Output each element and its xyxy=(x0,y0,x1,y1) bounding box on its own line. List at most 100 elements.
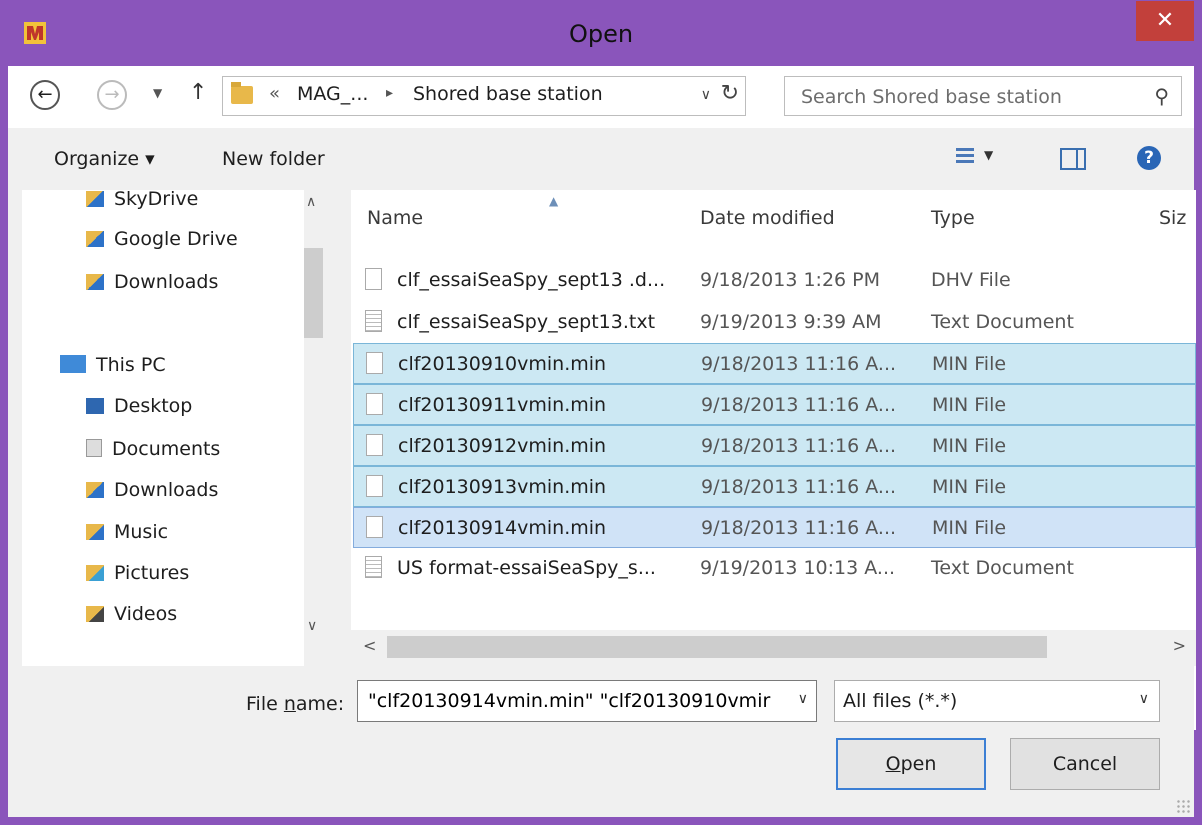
file-name-input[interactable] xyxy=(366,689,780,713)
nav-item-label: Documents xyxy=(112,438,221,460)
navigation-pane: SkyDrive Google Drive Downloads This PC … xyxy=(22,190,323,730)
file-date: 9/18/2013 11:16 A... xyxy=(701,476,897,498)
file-date: 9/18/2013 11:16 A... xyxy=(701,353,897,375)
nav-item-label: Downloads xyxy=(114,271,219,293)
file-type: Text Document xyxy=(931,557,1074,579)
file-row-selected-focused[interactable]: clf20130914vmin.min 9/18/2013 11:16 A...… xyxy=(353,507,1196,548)
scroll-right-icon[interactable]: > xyxy=(1173,636,1186,655)
file-name: clf20130911vmin.min xyxy=(398,394,607,416)
nav-item-this-pc[interactable]: This PC xyxy=(60,345,166,385)
nav-item-label: Pictures xyxy=(114,562,190,584)
file-icon xyxy=(365,268,382,290)
file-type: MIN File xyxy=(932,435,1007,457)
nav-item-downloads-pc[interactable]: Downloads xyxy=(86,470,218,510)
recent-locations-dropdown-icon[interactable]: ▼ xyxy=(153,86,162,100)
file-type: MIN File xyxy=(932,394,1007,416)
search-icon[interactable]: ⚲ xyxy=(1154,84,1169,108)
forward-arrow-icon[interactable]: → xyxy=(97,80,127,110)
column-header-size[interactable]: Siz xyxy=(1159,190,1186,246)
file-icon xyxy=(366,434,383,456)
videos-folder-icon xyxy=(86,606,104,622)
nav-item-music[interactable]: Music xyxy=(86,512,168,552)
chevron-down-icon: ▼ xyxy=(984,148,994,162)
nav-item-pictures[interactable]: Pictures xyxy=(86,553,189,593)
file-date: 9/19/2013 9:39 AM xyxy=(700,311,882,333)
breadcrumb-separator-icon[interactable]: ▸ xyxy=(386,85,393,101)
downloads-folder-icon xyxy=(86,274,104,290)
file-type: Text Document xyxy=(931,311,1074,333)
file-list-horizontal-scrollbar[interactable]: < > xyxy=(351,630,1196,666)
file-row[interactable]: clf_essaiSeaSpy_sept13.txt 9/19/2013 9:3… xyxy=(353,302,1196,343)
cancel-button[interactable]: Cancel xyxy=(1010,738,1160,790)
file-date: 9/18/2013 11:16 A... xyxy=(701,517,897,539)
file-name-label: File name: xyxy=(246,693,344,715)
nav-vertical-scrollbar[interactable]: ∧ ∨ xyxy=(304,190,323,730)
scroll-up-icon[interactable]: ∧ xyxy=(306,194,316,210)
open-button[interactable]: Open xyxy=(836,738,986,790)
nav-item-google-drive[interactable]: Google Drive xyxy=(86,219,238,259)
chevron-down-icon[interactable]: ∨ xyxy=(798,691,808,707)
toolbar: Organize ▾ New folder ▼ ? xyxy=(8,128,1194,190)
nav-item-desktop[interactable]: Desktop xyxy=(86,386,192,426)
column-header-type[interactable]: Type xyxy=(931,190,975,246)
scrollbar-thumb[interactable] xyxy=(387,636,1047,658)
breadcrumb-overflow[interactable]: « xyxy=(269,83,280,104)
details-view-icon xyxy=(956,148,974,166)
refresh-icon[interactable]: ↻ xyxy=(721,81,739,106)
nav-item-videos[interactable]: Videos xyxy=(86,594,177,634)
nav-item-label: Google Drive xyxy=(114,228,238,250)
help-icon[interactable]: ? xyxy=(1137,146,1161,170)
breadcrumb[interactable]: « MAG_... ▸ Shored base station ∨ ↻ xyxy=(222,76,746,116)
text-file-icon xyxy=(365,310,382,332)
change-view-button[interactable]: ▼ xyxy=(956,146,1010,174)
file-row-selected[interactable]: clf20130913vmin.min 9/18/2013 11:16 A...… xyxy=(353,466,1196,507)
resize-grip-icon[interactable] xyxy=(1176,799,1190,813)
file-date: 9/18/2013 1:26 PM xyxy=(700,269,881,291)
file-row-selected[interactable]: clf20130912vmin.min 9/18/2013 11:16 A...… xyxy=(353,425,1196,466)
file-icon xyxy=(366,352,383,374)
file-name-combobox[interactable]: ∨ xyxy=(357,680,817,722)
breadcrumb-parent[interactable]: MAG_... xyxy=(297,83,368,105)
text-file-icon xyxy=(365,556,382,578)
nav-item-label: This PC xyxy=(96,354,166,376)
this-pc-icon xyxy=(60,355,86,373)
scrollbar-thumb[interactable] xyxy=(304,248,323,338)
close-button[interactable]: ✕ xyxy=(1136,1,1194,41)
file-row[interactable]: US format-essaiSeaSpy_s... 9/19/2013 10:… xyxy=(353,548,1196,589)
chevron-down-icon[interactable]: ∨ xyxy=(701,87,711,103)
nav-item-documents[interactable]: Documents xyxy=(86,429,220,469)
google-drive-folder-icon xyxy=(86,231,104,247)
file-type: MIN File xyxy=(932,517,1007,539)
search-input[interactable] xyxy=(799,83,1143,111)
file-row[interactable]: clf_essaiSeaSpy_sept13 .d... 9/18/2013 1… xyxy=(353,260,1196,301)
nav-item-label: Downloads xyxy=(114,479,219,501)
nav-item-label: SkyDrive xyxy=(114,190,199,210)
scroll-down-icon[interactable]: ∨ xyxy=(307,618,317,634)
file-name: clf20130914vmin.min xyxy=(398,517,607,539)
file-row-selected[interactable]: clf20130910vmin.min 9/18/2013 11:16 A...… xyxy=(353,343,1196,384)
open-button-label: pen xyxy=(900,753,937,775)
pictures-folder-icon xyxy=(86,565,104,581)
new-folder-button[interactable]: New folder xyxy=(222,148,325,170)
scroll-left-icon[interactable]: < xyxy=(363,636,376,655)
nav-item-skydrive[interactable]: SkyDrive xyxy=(86,190,198,219)
column-header-name[interactable]: Name xyxy=(367,190,423,246)
open-button-accesskey: O xyxy=(885,753,901,775)
file-type-select[interactable]: All files (*.*) ∨ xyxy=(834,680,1160,722)
documents-folder-icon xyxy=(86,439,102,457)
nav-item-downloads[interactable]: Downloads xyxy=(86,262,218,302)
search-box[interactable]: ⚲ xyxy=(784,76,1182,116)
chevron-down-icon[interactable]: ∨ xyxy=(1139,691,1149,707)
file-name: clf20130910vmin.min xyxy=(398,353,607,375)
back-arrow-icon[interactable]: ← xyxy=(30,80,60,110)
file-name-label-part: ame: xyxy=(295,693,345,715)
file-row-selected[interactable]: clf20130911vmin.min 9/18/2013 11:16 A...… xyxy=(353,384,1196,425)
title-bar[interactable]: Open ✕ xyxy=(0,0,1202,66)
breadcrumb-current[interactable]: Shored base station xyxy=(413,83,603,105)
sort-ascending-icon: ▲ xyxy=(549,194,559,208)
desktop-folder-icon xyxy=(86,398,104,414)
column-header-date-modified[interactable]: Date modified xyxy=(700,190,835,246)
organize-button[interactable]: Organize ▾ xyxy=(54,148,155,170)
preview-pane-icon[interactable] xyxy=(1060,148,1086,170)
up-arrow-icon[interactable]: ↑ xyxy=(189,80,207,105)
